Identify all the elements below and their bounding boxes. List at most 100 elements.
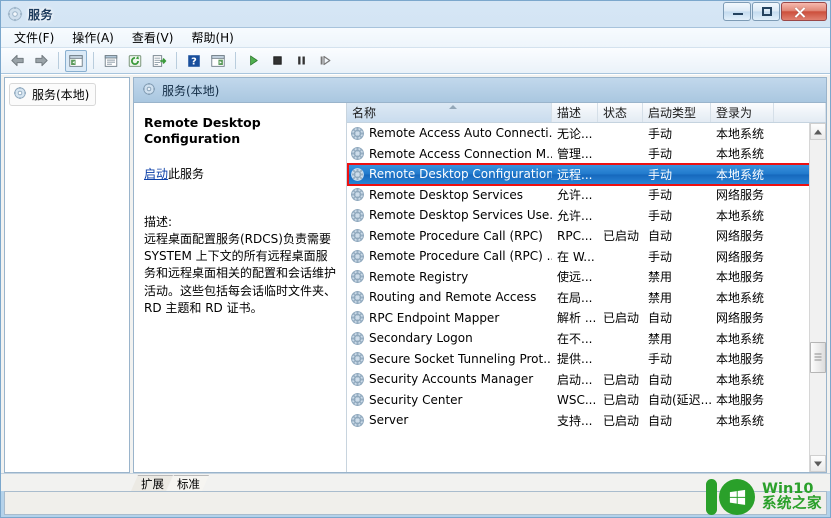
menu-file[interactable]: 文件(F) [5, 27, 63, 48]
table-row[interactable]: Remote Registry 使远... 禁用 本地服务 [347, 267, 826, 288]
tree-item-services-local[interactable]: 服务(本地) [9, 83, 97, 106]
cell-description: 无论... [557, 126, 593, 141]
cell-logon-as: 网络服务 [716, 311, 765, 326]
service-gear-icon [351, 167, 364, 181]
window-title: 服务 [28, 7, 54, 22]
table-row[interactable]: Remote Procedure Call (RPC) ... 在 W... 手动 网… [347, 246, 826, 267]
service-gear-icon [351, 249, 364, 263]
table-row[interactable]: Secondary Logon 在不... 禁用 本地系统 [347, 328, 826, 349]
cell-startup-type: 自动 [648, 413, 673, 428]
pause-service-icon[interactable] [290, 50, 312, 72]
cell-startup-type: 手动 [648, 208, 673, 223]
column-header-startup-type[interactable]: 启动类型 [643, 103, 711, 122]
cell-startup-type: 禁用 [648, 331, 673, 346]
maximize-button[interactable] [752, 2, 780, 21]
cell-service-name: Security Center [347, 393, 552, 407]
scroll-up-button[interactable] [810, 123, 826, 140]
properties-icon[interactable] [100, 50, 122, 72]
close-button[interactable] [781, 2, 827, 21]
table-row[interactable]: Secure Socket Tunneling Prot... 提供... 手动 本地… [347, 349, 826, 370]
cell-logon-as: 本地系统 [716, 167, 765, 182]
table-row[interactable]: Remote Desktop Configuration 远程... 手动 本地系统 [347, 163, 826, 185]
cell-service-name: Remote Registry [347, 270, 552, 284]
cell-startup-type: 自动(延迟... [648, 393, 711, 408]
service-gear-icon [351, 290, 364, 304]
column-header-logon-as[interactable]: 登录为 [711, 103, 774, 122]
column-header-description[interactable]: 描述 [552, 103, 598, 122]
table-row[interactable]: Security Accounts Manager 启动... 已启动 自动 本地系统 [347, 369, 826, 390]
selected-service-name: Remote Desktop Configuration [144, 115, 261, 147]
cell-logon-as: 本地服务 [716, 270, 765, 285]
show-action-pane-icon[interactable] [207, 50, 229, 72]
service-gear-icon [351, 147, 364, 161]
table-row[interactable]: Remote Access Auto Connecti... 无论... 手动 本地系… [347, 123, 826, 144]
cell-service-name: Remote Access Connection M... [347, 147, 552, 161]
tree-item-label: 服务(本地) [32, 88, 90, 102]
restart-service-icon[interactable] [314, 50, 336, 72]
cell-service-name: Remote Procedure Call (RPC) ... [347, 249, 552, 263]
description-label: 描述: [144, 214, 173, 229]
export-list-icon[interactable] [148, 50, 170, 72]
column-header-status[interactable]: 状态 [598, 103, 643, 122]
table-row[interactable]: Server 支持... 已启动 自动 本地系统 [347, 410, 826, 431]
toolbar-separator [235, 52, 236, 69]
start-service-link[interactable]: 启动 [144, 167, 168, 181]
service-name-label: Secure Socket Tunneling Prot... [369, 351, 552, 366]
menu-view[interactable]: 查看(V) [123, 27, 183, 48]
cell-service-name: Remote Procedure Call (RPC) [347, 229, 552, 243]
cell-description: 提供... [557, 352, 593, 367]
menu-action[interactable]: 操作(A) [63, 27, 123, 48]
column-header-startup-type-label: 启动类型 [648, 106, 697, 120]
content-columns: Remote Desktop Configuration 启动此服务 描述: 远… [134, 103, 826, 472]
column-header-filler [774, 103, 826, 122]
scroll-down-button[interactable] [810, 455, 826, 472]
table-row[interactable]: Security Center WSC... 已启动 自动(延迟... 本地服务 [347, 390, 826, 411]
toolbar-separator [58, 52, 59, 69]
cell-service-name: Routing and Remote Access [347, 290, 552, 304]
stop-service-icon[interactable] [266, 50, 288, 72]
service-gear-icon [351, 331, 364, 345]
menu-help[interactable]: 帮助(H) [182, 27, 242, 48]
table-row[interactable]: Remote Desktop Services 允许... 手动 网络服务 [347, 185, 826, 206]
help-icon[interactable]: ? [183, 50, 205, 72]
minimize-button[interactable] [723, 2, 751, 21]
service-name-label: Remote Procedure Call (RPC) ... [369, 249, 552, 264]
back-icon[interactable] [6, 50, 28, 72]
show-hide-tree-icon[interactable] [65, 49, 87, 72]
cell-startup-type: 手动 [648, 352, 673, 367]
forward-icon[interactable] [30, 50, 52, 72]
cell-description: WSC... [557, 392, 597, 407]
cell-logon-as: 本地服务 [716, 393, 765, 408]
cell-description: 管理... [557, 147, 593, 162]
table-row[interactable]: Routing and Remote Access 在局... 禁用 本地系统 [347, 287, 826, 308]
cell-startup-type: 手动 [648, 126, 673, 141]
cell-status: 已启动 [603, 393, 640, 408]
table-row[interactable]: Remote Procedure Call (RPC) RPC... 已启动 自动 网络… [347, 226, 826, 247]
tab-extended[interactable]: 扩展 [131, 475, 173, 491]
services-gear-icon [7, 6, 23, 22]
content-header-label: 服务(本地) [162, 83, 220, 98]
scrollbar-track[interactable] [810, 140, 826, 455]
cell-logon-as: 网络服务 [716, 188, 765, 203]
view-tabs: 扩展 标准 [1, 473, 830, 491]
table-row[interactable]: RPC Endpoint Mapper 解析 ... 已启动 自动 网络服务 [347, 308, 826, 329]
refresh-icon[interactable] [124, 50, 146, 72]
tab-standard[interactable]: 标准 [167, 475, 209, 491]
start-service-icon[interactable] [242, 50, 264, 72]
list-vertical-scrollbar[interactable] [809, 123, 826, 472]
console-tree-pane: 服务(本地) [4, 77, 130, 473]
services-window: 服务 文件(F) 操作(A) 查看(V) 帮助(H) ? 服务(本地) 服务(本… [0, 0, 831, 518]
service-name-label: Remote Registry [369, 269, 469, 284]
table-row[interactable]: Remote Access Connection M... 管理... 手动 本地系统 [347, 144, 826, 165]
service-name-label: Remote Procedure Call (RPC) [369, 228, 543, 243]
service-name-label: Routing and Remote Access [369, 290, 537, 305]
cell-startup-type: 自动 [648, 311, 673, 326]
service-gear-icon [351, 352, 364, 366]
cell-logon-as: 本地系统 [716, 208, 765, 223]
column-header-name-label: 名称 [352, 106, 377, 120]
table-row[interactable]: Remote Desktop Services Use... 允许... 手动 本地系… [347, 205, 826, 226]
cell-service-name: Remote Access Auto Connecti... [347, 126, 552, 140]
service-gear-icon [351, 393, 364, 407]
column-header-name[interactable]: 名称 [347, 103, 552, 122]
scrollbar-thumb[interactable] [810, 341, 826, 374]
